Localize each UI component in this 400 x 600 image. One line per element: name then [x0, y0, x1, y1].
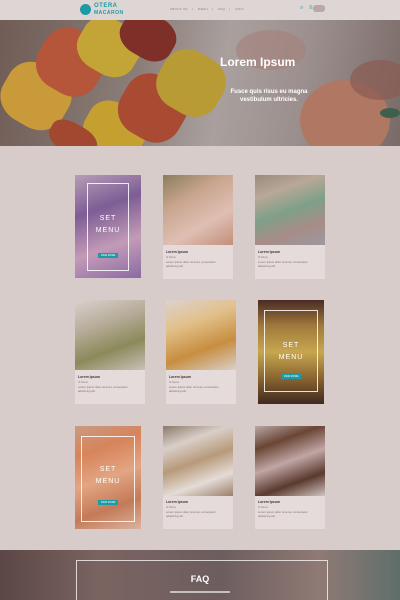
card-photo	[255, 175, 325, 245]
faq-divider	[170, 591, 230, 593]
menu-card[interactable]: Lorem Ipsum Ib Menu Lorem ipsum dolor si…	[255, 175, 325, 279]
menu-card[interactable]: SET MENU VIEW MORE	[258, 300, 324, 404]
hero-leaf	[380, 108, 400, 118]
card-meta: Ib Menu	[166, 255, 177, 259]
card-desc: Lorem ipsum dolor sit amet, consectetur …	[78, 385, 128, 393]
cart-toggle[interactable]	[313, 5, 325, 12]
card-photo	[75, 300, 145, 370]
search-icon[interactable]: ⌕	[300, 5, 306, 11]
brand-tagline: MACARON	[94, 10, 124, 16]
set-menu-title: SET MENU	[95, 466, 121, 485]
hero-banner: Lorem Ipsum Fusce quis risus eu magna ve…	[0, 20, 400, 146]
nav-item-menu[interactable]: MENU	[198, 7, 208, 11]
card-desc: Lorem ipsum dolor sit amet, consectetur …	[169, 385, 219, 393]
card-title: Lorem Ipsum	[78, 375, 100, 379]
card-photo	[163, 175, 233, 245]
card-desc: Lorem ipsum dolor sit amet, consectetur …	[166, 260, 216, 268]
menu-card[interactable]: Lorem Ipsum Ib Menu Lorem ipsum dolor si…	[163, 426, 233, 529]
nav-item-faq[interactable]: FAQ	[218, 7, 225, 11]
nav-item-info[interactable]: INFO	[235, 7, 243, 11]
main-nav: ABOUT US | MENU | FAQ | INFO	[170, 7, 244, 11]
site-header: OTERA MACARON ABOUT US | MENU | FAQ | INFO …	[0, 0, 400, 20]
card-photo	[163, 426, 233, 496]
card-desc: Lorem ipsum dolor sit amet, consectetur …	[258, 260, 308, 268]
card-desc: Lorem ipsum dolor sit amet, consectetur …	[258, 510, 308, 518]
brand-logo[interactable]: OTERA MACARON	[94, 3, 124, 16]
menu-card[interactable]: Lorem Ipsum Ib Menu Lorem ipsum dolor si…	[166, 300, 236, 404]
set-menu-title: SET MENU	[95, 215, 121, 234]
card-title: Lorem Ipsum	[258, 500, 280, 504]
view-more-button[interactable]: VIEW MORE	[98, 500, 118, 505]
card-meta: Ib Menu	[169, 380, 180, 384]
card-title: Lorem Ipsum	[166, 250, 188, 254]
menu-card[interactable]: Lorem Ipsum Ib Menu Lorem ipsum dolor si…	[75, 300, 145, 404]
menu-card[interactable]: Lorem Ipsum Ib Menu Lorem ipsum dolor si…	[255, 426, 325, 529]
hero-title: Lorem Ipsum	[220, 55, 296, 69]
set-menu-title: SET MENU	[278, 342, 304, 361]
card-photo	[255, 426, 325, 496]
view-more-button[interactable]: VIEW MORE	[281, 374, 301, 379]
brand-name: OTERA	[94, 3, 118, 9]
menu-card[interactable]: SET MENU VIEW MORE	[75, 426, 141, 529]
card-photo	[166, 300, 236, 370]
card-title: Lorem Ipsum	[166, 500, 188, 504]
card-title: Lorem Ipsum	[258, 250, 280, 254]
nav-item-about[interactable]: ABOUT US	[170, 7, 188, 11]
brand-logo-icon[interactable]	[80, 4, 91, 15]
card-meta: Ib Menu	[166, 505, 177, 509]
faq-title[interactable]: FAQ	[0, 574, 400, 584]
menu-card[interactable]: SET MENU VIEW MORE	[75, 175, 141, 278]
card-meta: Ib Menu	[258, 255, 269, 259]
card-desc: Lorem ipsum dolor sit amet, consectetur …	[166, 510, 216, 518]
card-meta: Ib Menu	[78, 380, 89, 384]
hero-text: Fusce quis risus eu magna vestibulum ult…	[230, 89, 308, 103]
card-title: Lorem Ipsum	[169, 375, 191, 379]
card-meta: Ib Menu	[258, 505, 269, 509]
menu-card[interactable]: Lorem Ipsum Ib Menu Lorem ipsum dolor si…	[163, 175, 233, 279]
view-more-button[interactable]: VIEW MORE	[98, 253, 118, 258]
